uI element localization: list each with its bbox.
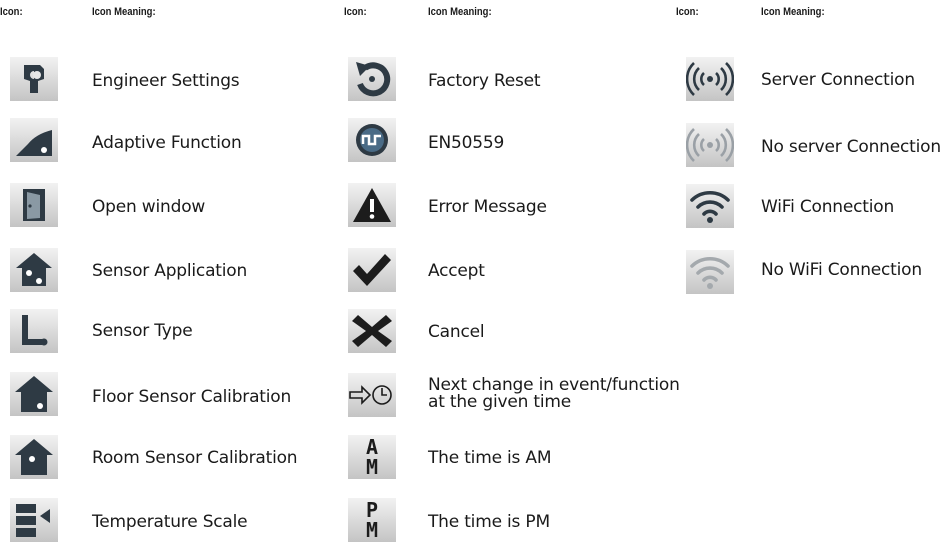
col2-label-4: Accept (428, 261, 485, 281)
col3-label-2: No server Connection (761, 137, 940, 157)
wrench-icon (10, 57, 58, 101)
col2-meaning-header: Icon Meaning: (428, 6, 492, 18)
arrow-clock-icon (348, 373, 396, 417)
col2-label-6: Next change in event/function at the giv… (428, 377, 680, 411)
am-glyph-bottom: M (366, 455, 378, 479)
am-icon: A M (348, 435, 396, 479)
col3-label-4: No WiFi Connection (761, 260, 922, 280)
warning-triangle-icon (348, 183, 396, 227)
col2-label-8: The time is PM (428, 512, 550, 532)
col1-label-7: Room Sensor Calibration (92, 448, 298, 468)
reset-arrow-icon (348, 57, 396, 101)
server-connection-icon (686, 57, 734, 101)
col3-meaning-header: Icon Meaning: (761, 6, 825, 18)
sensor-probe-icon (10, 309, 58, 353)
col2-label-5: Cancel (428, 322, 485, 342)
col1-label-2: Adaptive Function (92, 133, 242, 153)
open-door-icon (10, 183, 58, 227)
en50559-logo-icon (348, 118, 396, 162)
col2-label-3: Error Message (428, 197, 547, 217)
pm-icon: P M (348, 498, 396, 542)
temperature-scale-icon (10, 498, 58, 542)
wifi-connection-icon (686, 184, 734, 228)
col2-icon-header: Icon: (344, 6, 367, 18)
col3-label-3: WiFi Connection (761, 197, 895, 217)
house-room-sensor-icon (10, 435, 58, 479)
col1-icon-header: Icon: (0, 6, 23, 18)
col1-label-6: Floor Sensor Calibration (92, 387, 292, 407)
col1-label-8: Temperature Scale (92, 512, 248, 532)
col1-meaning-header: Icon Meaning: (92, 6, 156, 18)
no-server-connection-icon (686, 123, 734, 167)
col3-label-1: Server Connection (761, 70, 915, 90)
pm-glyph-bottom: M (366, 518, 378, 542)
col2-label-6-line-2: at the given time (428, 392, 572, 412)
col1-label-1: Engineer Settings (92, 71, 240, 91)
cross-icon (348, 309, 396, 353)
house-floor-sensor-icon (10, 372, 58, 416)
ramp-icon (10, 118, 58, 162)
col1-label-5: Sensor Type (92, 321, 193, 341)
col1-label-3: Open window (92, 197, 206, 217)
col1-label-4: Sensor Application (92, 261, 248, 281)
col2-label-7: The time is AM (428, 448, 552, 468)
col3-icon-header: Icon: (676, 6, 699, 18)
col2-label-1: Factory Reset (428, 71, 541, 91)
col2-label-2: EN50559 (428, 133, 505, 153)
no-wifi-connection-icon (686, 250, 734, 294)
house-sensor-icon (10, 248, 58, 292)
checkmark-icon (348, 248, 396, 292)
